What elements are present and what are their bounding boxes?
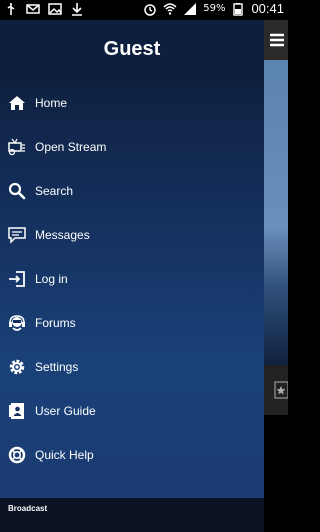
help-ring-icon	[8, 446, 26, 464]
drawer-footer: Broadcast	[0, 498, 264, 532]
content-image	[264, 60, 288, 365]
status-bar: 59% 00:41	[0, 0, 288, 20]
signal-icon	[184, 3, 197, 15]
usb-icon	[7, 3, 15, 15]
menu-item-log-in[interactable]: Log in	[0, 257, 264, 301]
content-dark-area	[264, 415, 288, 512]
settings-icon	[9, 359, 25, 375]
clock: 00:41	[251, 1, 284, 16]
action-bar	[264, 20, 288, 60]
battery-percent: 59%	[203, 3, 226, 14]
wifi-icon	[163, 3, 177, 15]
star-button-icon[interactable]	[274, 381, 288, 399]
menu-item-open-stream[interactable]: Open Stream	[0, 125, 264, 169]
login-icon	[9, 271, 25, 287]
menu-label-user-guide: User Guide	[35, 404, 96, 418]
menu-label-home: Home	[35, 96, 68, 110]
menu-label-log-in: Log in	[35, 272, 68, 286]
status-left	[4, 2, 84, 16]
menu-label-messages: Messages	[35, 228, 90, 242]
image-icon	[48, 3, 62, 15]
menu-label-open-stream: Open Stream	[35, 140, 107, 154]
drawer-header: Guest	[0, 20, 264, 79]
battery-icon	[233, 3, 244, 16]
alarm-icon	[144, 4, 156, 16]
menu-item-home[interactable]: Home	[0, 81, 264, 125]
menu-item-settings[interactable]: Settings	[0, 345, 264, 389]
menu-label-forums: Forums	[35, 316, 76, 330]
status-right: 59% 00:41	[143, 2, 284, 16]
tv-stream-icon	[8, 138, 25, 156]
drawer-title: Guest	[103, 37, 161, 60]
menu-label-settings: Settings	[35, 360, 79, 374]
menu-label-search: Search	[35, 184, 74, 198]
content-strip	[264, 365, 288, 415]
menu-label-quick-help: Quick Help	[35, 448, 94, 462]
menu-item-quick-help[interactable]: Quick Help	[0, 433, 264, 477]
messages-icon	[8, 227, 26, 244]
forums-icon	[9, 315, 25, 331]
menu-item-search[interactable]: Search	[0, 169, 264, 213]
user-guide-icon	[9, 403, 24, 419]
menu-item-messages[interactable]: Messages	[0, 213, 264, 257]
download-icon	[72, 3, 82, 16]
content-pane	[264, 20, 288, 512]
search-icon	[8, 182, 26, 200]
menu-item-user-guide[interactable]: User Guide	[0, 389, 264, 433]
navigation-drawer: Guest Home Open Stream Search Messages L…	[0, 20, 264, 532]
home-icon	[9, 96, 25, 110]
hamburger-icon[interactable]	[269, 32, 285, 48]
mail-icon	[26, 4, 40, 14]
menu-item-forums[interactable]: Forums	[0, 301, 264, 345]
